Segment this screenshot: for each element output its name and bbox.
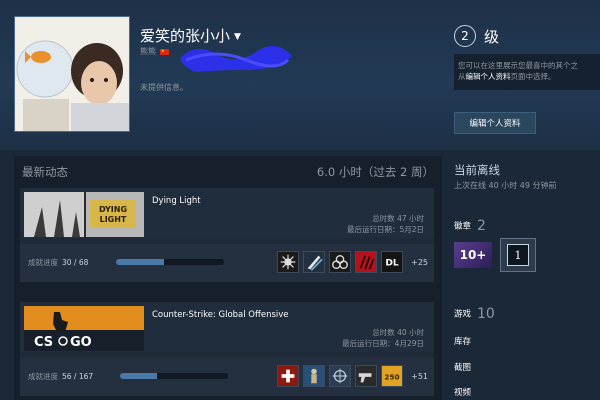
game-last-played: 最后运行日期：4月29日: [342, 339, 424, 348]
year-badge-number: 1: [507, 244, 529, 266]
soldier-achievement-icon[interactable]: [303, 365, 326, 387]
year-badge[interactable]: 1: [500, 238, 536, 272]
scratch-achievement-icon[interactable]: [355, 251, 378, 273]
pistol-achievement-icon[interactable]: [355, 365, 378, 387]
videos-link[interactable]: 视频: [454, 386, 471, 398]
cash-achievement-icon[interactable]: 250: [381, 365, 404, 387]
svg-text:DYING: DYING: [99, 205, 127, 214]
achievement-progress-row: 成就进度 56 / 167 250 +51: [20, 358, 434, 396]
games-label: 游戏: [454, 309, 472, 320]
level-badge: 2: [454, 25, 476, 47]
avatar[interactable]: [14, 16, 130, 132]
achievement-progress-fill: [116, 259, 164, 265]
level-label: 级: [484, 27, 500, 46]
achievement-progress-bar: [120, 373, 228, 379]
dl-achievement-icon[interactable]: DL: [381, 251, 404, 273]
svg-text:LIGHT: LIGHT: [100, 215, 127, 224]
achievement-icons: 250 +51: [277, 365, 428, 387]
achievement-label-text: 成就进度: [28, 372, 58, 381]
game-total-hours: 总时数 47 小时: [372, 214, 424, 223]
last-online: 上次在线 40 小时 49 分钟前: [454, 181, 557, 190]
recent-activity-header: 最新动态 6.0 小时（过去 2 周）: [22, 164, 434, 180]
biohazard-achievement-icon[interactable]: [329, 251, 352, 273]
badges-link[interactable]: 徽章 2: [454, 218, 486, 234]
achievement-progress-fill: [120, 373, 157, 379]
showcase-hint-line2: 从编辑个人资料页面中选择。: [458, 71, 596, 82]
real-name-text: 熊熊: [140, 47, 156, 56]
profile-summary: 未提供信息。: [140, 83, 188, 92]
inventory-link[interactable]: 库存: [454, 335, 471, 347]
showcase-hint-line1: 您可以在这里展示您最喜中的其个之: [458, 61, 578, 70]
csgo-capsule-image[interactable]: CS GO: [24, 306, 144, 351]
redaction-scribble: [180, 45, 292, 72]
edit-profile-button[interactable]: 编辑个人资料: [454, 112, 536, 134]
recent-hours-summary: 6.0 小时（过去 2 周）: [316, 165, 434, 179]
profile-level: 2 级: [454, 25, 499, 47]
achievement-progress-label: 成就进度 30 / 68: [28, 257, 88, 268]
game-row-csgo: CS GO Counter-Strike: Global Offensive 总…: [20, 302, 434, 396]
achievement-label-text: 成就进度: [28, 258, 58, 267]
more-achievements[interactable]: +51: [411, 372, 428, 381]
svg-text:CS: CS: [34, 335, 53, 350]
recent-activity-title: 最新动态: [22, 165, 68, 179]
svg-text:GO: GO: [70, 335, 92, 350]
svg-text:DL: DL: [385, 259, 399, 269]
games-link[interactable]: 游戏 10: [454, 306, 495, 322]
badges-label: 徽章: [454, 221, 472, 232]
atom-achievement-icon[interactable]: [277, 251, 300, 273]
achievement-progress-label: 成就进度 56 / 167: [28, 371, 93, 382]
games-count: 10: [477, 306, 495, 322]
medic-achievement-icon[interactable]: [277, 365, 300, 387]
svg-text:250: 250: [385, 373, 400, 382]
real-name-line: 熊熊: [140, 46, 169, 57]
edit-profile-link[interactable]: 编辑个人资料: [466, 72, 511, 81]
showcase-hint: 您可以在这里展示您最喜中的其个之 从编辑个人资料页面中选择。: [454, 54, 600, 90]
target-achievement-icon[interactable]: [329, 365, 352, 387]
game-stats: 总时数 47 小时 最后运行日期：5月2日: [347, 213, 424, 235]
level-10-badge[interactable]: 10+: [454, 242, 492, 268]
game-row-dying-light: DYING LIGHT Dying Light 总时数 47 小时 最后运行日期…: [20, 188, 434, 282]
profile-header: 爱笑的张小小▼ 熊熊 未提供信息。 2 级 您可以在这里展示您最喜中的其个之 从…: [0, 0, 600, 150]
game-name[interactable]: Dying Light: [152, 196, 201, 206]
china-flag-icon: [160, 48, 169, 55]
screenshots-link[interactable]: 截图: [454, 361, 471, 373]
achievement-count: 30 / 68: [62, 258, 89, 267]
showcase-hint-suffix: 页面中选择。: [510, 72, 556, 81]
achievement-progress-bar: [116, 259, 224, 265]
game-last-played: 最后运行日期：5月2日: [346, 225, 424, 234]
achievement-progress-row: 成就进度 30 / 68 DL +25: [20, 244, 434, 282]
achievement-count: 56 / 167: [62, 372, 94, 381]
game-stats: 总时数 40 小时 最后运行日期：4月29日: [342, 327, 424, 349]
online-status: 当前离线: [454, 163, 500, 177]
more-achievements[interactable]: +25: [411, 258, 428, 267]
achievement-icons: DL +25: [277, 251, 428, 273]
showcase-hint-prefix: 从: [458, 72, 466, 81]
badges-count: 2: [477, 218, 486, 234]
claw-achievement-icon[interactable]: [303, 251, 326, 273]
game-total-hours: 总时数 40 小时: [372, 328, 424, 337]
dying-light-capsule-image[interactable]: DYING LIGHT: [24, 192, 144, 237]
game-name[interactable]: Counter-Strike: Global Offensive: [152, 310, 289, 320]
recent-activity-panel: 最新动态 6.0 小时（过去 2 周） DYING LIGHT Dying Li…: [14, 156, 442, 400]
